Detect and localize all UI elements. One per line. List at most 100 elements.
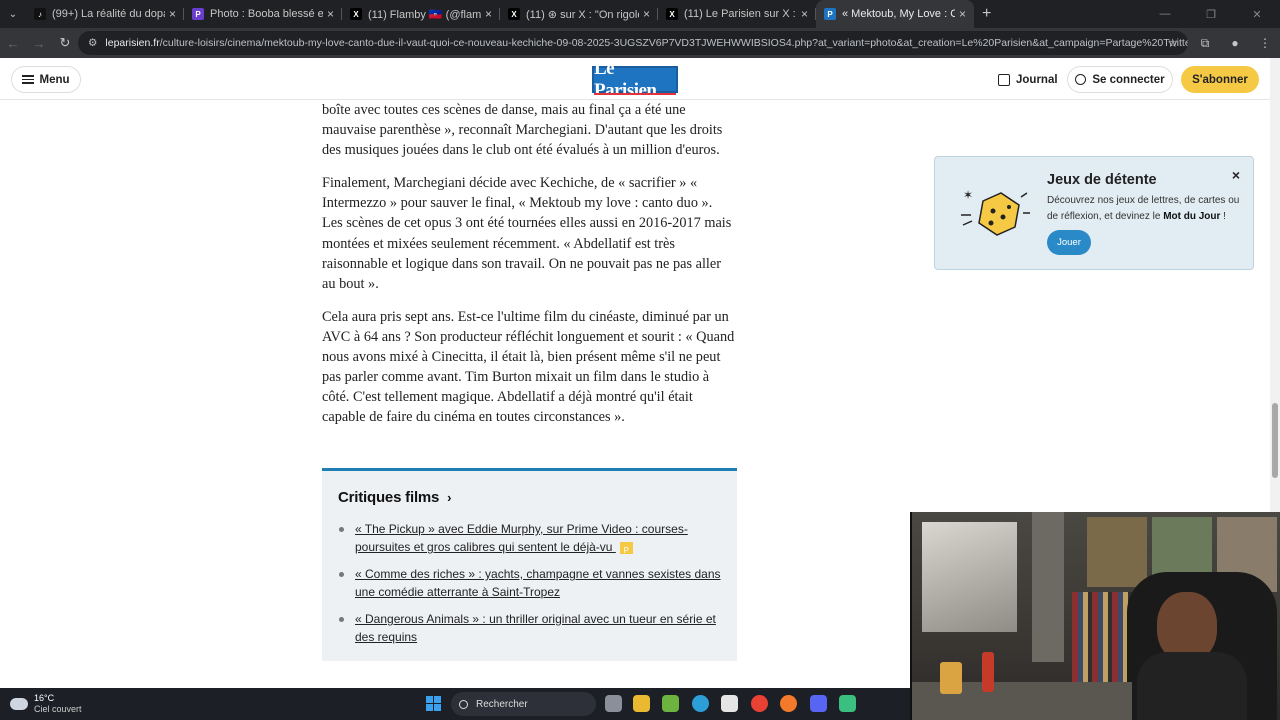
taskbar-search[interactable]: Rechercher bbox=[451, 692, 596, 716]
journal-label: Journal bbox=[1016, 73, 1058, 86]
weather-temperature: 16°C bbox=[34, 693, 55, 703]
nvidia-icon[interactable] bbox=[662, 695, 679, 712]
cam-jar bbox=[940, 662, 962, 694]
newspaper-icon bbox=[998, 73, 1010, 86]
critique-link-text: « The Pickup » avec Eddie Murphy, sur Pr… bbox=[355, 522, 688, 554]
more-menu-icon[interactable]: ⋮ bbox=[1250, 36, 1280, 50]
critique-link-2[interactable]: « Comme des riches » : yachts, champagne… bbox=[338, 565, 721, 601]
x-icon: X bbox=[508, 8, 520, 20]
x-icon: X bbox=[666, 8, 678, 20]
cloud-icon bbox=[10, 698, 28, 710]
file-explorer-icon[interactable] bbox=[633, 695, 650, 712]
le-parisien-logo[interactable]: Le Parisien bbox=[592, 58, 678, 101]
menu-button[interactable]: Menu bbox=[11, 66, 81, 93]
close-tab-icon[interactable]: × bbox=[801, 7, 808, 21]
journal-link[interactable]: Journal bbox=[998, 66, 1058, 93]
purepeople-icon: P bbox=[192, 8, 204, 20]
search-label: Rechercher bbox=[476, 698, 528, 710]
tiktok-icon: ♪ bbox=[34, 8, 46, 20]
close-tab-icon[interactable]: × bbox=[485, 7, 492, 21]
user-icon bbox=[1075, 74, 1087, 85]
window-controls: — ❐ ✕ bbox=[1142, 0, 1280, 28]
tab-5[interactable]: X (11) Le Parisien sur X : "On a vu × bbox=[658, 0, 816, 28]
cam-window bbox=[922, 522, 1017, 632]
back-icon[interactable]: ← bbox=[0, 36, 26, 51]
task-view-icon[interactable] bbox=[605, 695, 622, 712]
maximize-icon[interactable]: ❐ bbox=[1188, 0, 1234, 28]
leparisien-icon: P bbox=[824, 8, 836, 20]
dice-icon: ✶ bbox=[961, 188, 1030, 236]
url-domain: leparisien.fr bbox=[105, 37, 160, 49]
firefox-icon[interactable] bbox=[780, 695, 797, 712]
close-tab-icon[interactable]: × bbox=[327, 7, 334, 21]
close-tab-icon[interactable]: × bbox=[959, 7, 966, 21]
profile-icon[interactable]: ● bbox=[1220, 36, 1250, 50]
reload-icon[interactable]: ↻ bbox=[52, 35, 78, 51]
cam-person-body bbox=[1137, 652, 1247, 720]
bookmark-star-icon[interactable]: ☆ bbox=[1167, 36, 1178, 50]
x-icon: X bbox=[350, 8, 362, 20]
critiques-films-box: Critiques films › « The Pickup » avec Ed… bbox=[322, 468, 737, 661]
cam-poster bbox=[1087, 517, 1147, 587]
windows-start-icon[interactable] bbox=[426, 696, 441, 711]
url-path: /culture-loisirs/cinema/mektoub-my-love-… bbox=[159, 37, 1188, 49]
tab-title: (99+) La réalité du dopage dans bbox=[52, 8, 165, 20]
close-window-icon[interactable]: ✕ bbox=[1234, 0, 1280, 28]
login-button[interactable]: Se connecter bbox=[1067, 66, 1173, 93]
tab-title: Photo : Booba blessé et hospit... bbox=[210, 8, 323, 20]
tab-4[interactable]: X (11) ⊛ sur X : "On rigole on rig... × bbox=[500, 0, 658, 28]
store-icon[interactable] bbox=[721, 695, 738, 712]
browser-tab-bar: ⌄ ♪ (99+) La réalité du dopage dans × P … bbox=[0, 0, 1280, 28]
minimize-icon[interactable]: — bbox=[1142, 0, 1188, 28]
chrome-icon[interactable] bbox=[751, 695, 768, 712]
windows-taskbar: 16°C Ciel couvert Rechercher bbox=[0, 688, 910, 720]
promo-bold: Mot du Jour bbox=[1163, 211, 1221, 222]
article-paragraph: Finalement, Marchegiani décide avec Kech… bbox=[322, 175, 732, 292]
tab-title: (11) Flamby 🇭🇹 (@flambyyy_) / bbox=[368, 8, 481, 21]
site-info-icon[interactable]: ⚙ bbox=[88, 37, 97, 49]
app-icon[interactable] bbox=[839, 695, 856, 712]
play-button[interactable]: Jouer bbox=[1047, 230, 1091, 255]
extensions-icon[interactable]: ⧉ bbox=[1190, 36, 1220, 51]
critiques-title: Critiques films bbox=[338, 489, 440, 506]
critique-link-1[interactable]: « The Pickup » avec Eddie Murphy, sur Pr… bbox=[338, 520, 721, 556]
url-field[interactable]: ⚙ leparisien.fr /culture-loisirs/cinema/… bbox=[78, 31, 1188, 55]
scrollbar-thumb[interactable] bbox=[1272, 403, 1278, 478]
new-tab-button[interactable]: + bbox=[982, 5, 991, 23]
tab-title: (11) Le Parisien sur X : "On a vu bbox=[684, 8, 797, 20]
close-tab-icon[interactable]: × bbox=[643, 7, 650, 21]
forward-icon[interactable]: → bbox=[26, 36, 52, 51]
edge-icon[interactable] bbox=[692, 695, 709, 712]
discord-icon[interactable] bbox=[810, 695, 827, 712]
promo-title: Jeux de détente bbox=[1047, 172, 1157, 188]
menu-label: Menu bbox=[39, 73, 70, 86]
tab-2[interactable]: P Photo : Booba blessé et hospit... × bbox=[184, 0, 342, 28]
webcam-overlay bbox=[910, 512, 1280, 720]
cam-bottle bbox=[982, 652, 994, 692]
close-icon[interactable]: × bbox=[1232, 167, 1240, 183]
article-paragraph: boîte avec toutes ces scènes de danse, m… bbox=[322, 102, 723, 159]
critique-link-text: « Dangerous Animals » : un thriller orig… bbox=[355, 612, 716, 644]
login-label: Se connecter bbox=[1092, 73, 1165, 86]
tab-title: (11) ⊛ sur X : "On rigole on rig... bbox=[526, 8, 639, 21]
article-paragraph: Cela aura pris sept ans. Est-ce l'ultime… bbox=[322, 308, 735, 426]
critiques-title-link[interactable]: Critiques films › bbox=[338, 489, 721, 506]
tab-search-chevron-icon[interactable]: ⌄ bbox=[0, 0, 26, 28]
critique-link-3[interactable]: « Dangerous Animals » : un thriller orig… bbox=[338, 610, 721, 646]
site-header: Menu Le Parisien Journal Se connecter S'… bbox=[0, 58, 1270, 101]
tab-title: « Mektoub, My Love : Canto D... bbox=[842, 8, 955, 20]
weather-condition: Ciel couvert bbox=[34, 704, 82, 714]
tab-3[interactable]: X (11) Flamby 🇭🇹 (@flambyyy_) / × bbox=[342, 0, 500, 28]
weather-widget[interactable]: 16°C Ciel couvert bbox=[10, 693, 82, 715]
subscribe-button[interactable]: S'abonner bbox=[1181, 66, 1259, 93]
tab-6-active[interactable]: P « Mektoub, My Love : Canto D... × bbox=[816, 0, 974, 28]
chevron-right-icon: › bbox=[447, 490, 452, 505]
games-promo-card: × ✶ Jeux de détente Découvrez nos jeux d… bbox=[934, 156, 1254, 270]
hamburger-icon bbox=[22, 73, 35, 86]
premium-badge-icon: P bbox=[619, 541, 633, 555]
tab-1[interactable]: ♪ (99+) La réalité du dopage dans × bbox=[26, 0, 184, 28]
search-icon bbox=[459, 699, 468, 709]
close-tab-icon[interactable]: × bbox=[169, 7, 176, 21]
svg-text:✶: ✶ bbox=[963, 188, 973, 202]
article-body: boîte avec toutes ces scènes de danse, m… bbox=[322, 100, 736, 440]
